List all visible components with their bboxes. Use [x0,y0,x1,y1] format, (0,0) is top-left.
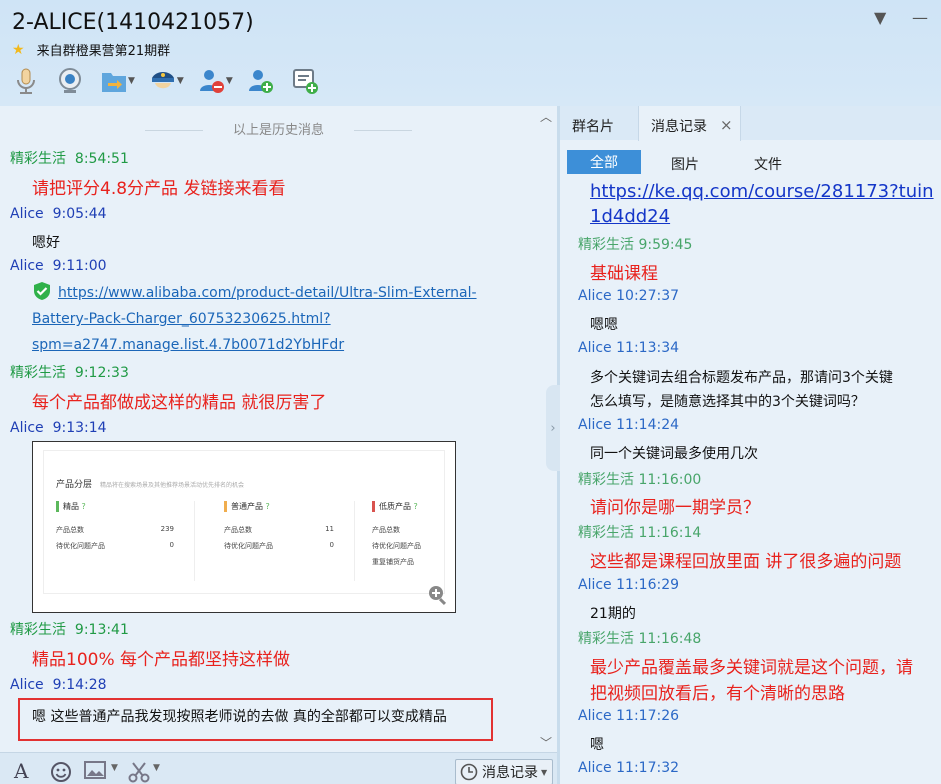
product-link[interactable]: https://www.alibaba.com/product-detail/U… [32,280,477,306]
message-header: 精彩生活 9:12:33 [10,365,129,381]
message-text: 嗯嗯 [590,317,618,333]
minimize-icon[interactable]: — [912,8,928,27]
chevron-down-icon[interactable]: ▼ [177,76,184,86]
message-text: 这些都是课程回放里面 讲了很多遍的问题 [590,552,902,572]
product-tier-screenshot: 产品分层 精品将在搜索场景及其他推荐场景活动优先排名的机会 精品 ? 产品总数 23… [43,450,445,594]
close-tab-icon[interactable]: × [720,116,733,134]
message-header: 精彩生活 9:13:41 [10,622,129,638]
chevron-down-icon[interactable]: ▼ [128,76,135,86]
tier-row: 产品总数 11 [224,525,334,534]
message-text: 嗯 [590,737,604,753]
history-divider: 以上是历史消息 [0,119,557,138]
remove-member-icon[interactable] [196,65,228,97]
tier-row: 待优化问题产品 [372,542,421,550]
message-text: 精品100% 每个产品都坚持这样做 [32,650,291,670]
message-text: 怎么填写，是随意选择其中的3个关键词吗？ [590,394,865,410]
group-source-label: 来自群橙果营第21期群 [36,44,171,59]
course-link-line-2[interactable]: 1d4dd24 [590,204,670,229]
message-header: 精彩生活 11:16:14 [578,525,702,541]
message-text: 每个产品都做成这样的精品 就很厉害了 [32,393,327,413]
tier-row: 产品总数 239 [56,525,174,534]
tier-name: 普通产品 ? [224,501,334,512]
font-icon[interactable]: A [14,759,28,783]
tier-name: 低质产品 ? [372,501,452,512]
video-call-icon[interactable] [54,65,86,97]
message-header: 精彩生活 11:16:48 [578,631,702,647]
message-text: 同一个关键词最多使用几次 [590,446,758,462]
message-text: 基础课程 [590,264,658,284]
message-text: 把视频回放看后，有个清晰的思路 [590,684,845,704]
message-header: 精彩生活 8:54:51 [10,151,129,167]
message-text: 最少产品覆盖最多关键词就是这个问题，请 [590,658,913,678]
title-bar: 2-ALICE(1410421057) ★ 来自群橙果营第21期群 ▼ — ▼ … [0,0,941,106]
send-file-icon[interactable] [98,65,130,97]
message-header: Alice 10:27:37 [578,288,680,304]
chat-history-pane[interactable]: 以上是历史消息 ︿ 精彩生活 8:54:51 请把评分4.8分产品 发链接来看看… [0,106,557,752]
voice-call-icon[interactable] [10,65,42,97]
message-header: Alice 9:11:00 [10,258,107,274]
tab-group-card[interactable]: 群名片 [572,116,614,136]
tier-row: 重复铺货产品 [372,558,414,566]
scroll-down-icon[interactable]: ﹀ [540,734,552,751]
image-icon[interactable] [84,761,108,781]
star-icon: ★ [12,41,25,58]
message-text: 多个关键词去组合标题发布产品，那请问3个关键 [590,370,893,386]
message-header: Alice 11:17:32 [578,760,680,776]
tier-row: 待优化问题产品 0 [56,541,174,550]
message-header: Alice 9:05:44 [10,206,107,222]
add-member-icon[interactable] [245,65,277,97]
course-link[interactable]: https://ke.qq.com/course/281173?tuin [590,179,934,204]
tier-row: 待优化问题产品 0 [224,541,334,550]
message-header: Alice 11:17:26 [578,708,680,724]
message-text: 请把评分4.8分产品 发链接来看看 [32,179,286,199]
message-header: Alice 11:16:29 [578,577,680,593]
tier-name: 精品 ? [56,501,174,512]
chevron-down-icon[interactable]: ▼ [111,763,118,773]
filter-images-button[interactable]: 图片 [671,154,699,174]
tier-column: 精品 ? 产品总数 239 待优化问题产品 0 [56,501,174,571]
message-header: Alice 11:14:24 [578,417,680,433]
side-tabs: 群名片 消息记录 × [560,106,941,141]
scroll-up-icon[interactable]: ︿ [540,108,552,125]
screenshot-title: 产品分层 精品将在搜索场景及其他推荐场景活动优先排名的机会 [56,480,245,490]
filter-files-button[interactable]: 文件 [754,154,782,174]
window-title: 2-ALICE(1410421057) [12,10,254,35]
emoji-icon[interactable] [50,761,72,783]
highlighted-message-box: 嗯 这些普通产品我发现按照老师说的去做 真的全部都可以变成精品 [18,698,493,741]
message-header: 精彩生活 9:59:45 [578,237,693,253]
clock-icon [460,763,478,781]
safe-link-shield-icon [34,282,50,300]
toolbar: ▼ ▼ ▼ [10,64,321,98]
product-link-line-3[interactable]: spm=a2747.manage.list.4.7b0071d2YbHFdr [32,332,344,358]
message-history-button[interactable]: 消息记录 ▼ [455,759,553,784]
window-subtitle: ★ 来自群橙果营第21期群 [12,40,171,60]
tier-column: 低质产品 ? 产品总数 待优化问题产品 重复铺货产品 [372,501,452,581]
message-header: Alice 9:13:14 [10,420,107,436]
history-filters: 全部 图片 文件 [560,150,941,176]
message-text: 21期的 [590,606,636,622]
app-police-icon[interactable] [147,65,179,97]
filter-all-button[interactable]: 全部 [567,150,641,174]
product-link-line-2[interactable]: Battery-Pack-Charger_60753230625.html? [32,306,331,332]
chevron-down-icon[interactable]: ▼ [153,763,160,773]
new-announcement-icon[interactable] [289,65,321,97]
collapse-panel-handle[interactable]: › [546,385,560,471]
dropdown-arrow-icon[interactable]: ▼ [874,8,886,27]
side-panel: 群名片 消息记录 × 全部 图片 文件 https://ke.qq.com/co… [560,106,941,784]
chevron-down-icon: ▼ [541,767,548,777]
message-text: 嗯 这些普通产品我发现按照老师说的去做 真的全部都可以变成精品 [32,709,447,725]
zoom-in-icon[interactable] [427,584,449,606]
tier-row: 产品总数 [372,526,400,534]
tier-column: 普通产品 ? 产品总数 11 待优化问题产品 0 [224,501,334,571]
chevron-down-icon[interactable]: ▼ [226,76,233,86]
tab-message-history[interactable]: 消息记录 [651,116,707,136]
image-attachment[interactable]: 产品分层 精品将在搜索场景及其他推荐场景活动优先排名的机会 精品 ? 产品总数 23… [32,441,456,613]
scissors-icon[interactable] [128,761,150,783]
message-text: 请问你是哪一期学员？ [590,498,760,518]
message-header: Alice 11:13:34 [578,340,680,356]
message-header: 精彩生活 11:16:00 [578,472,702,488]
input-toolbar: A ▼ ▼ 消息记录 ▼ [0,752,557,784]
message-header: Alice 9:14:28 [10,677,107,693]
message-text: 嗯好 [32,235,60,251]
